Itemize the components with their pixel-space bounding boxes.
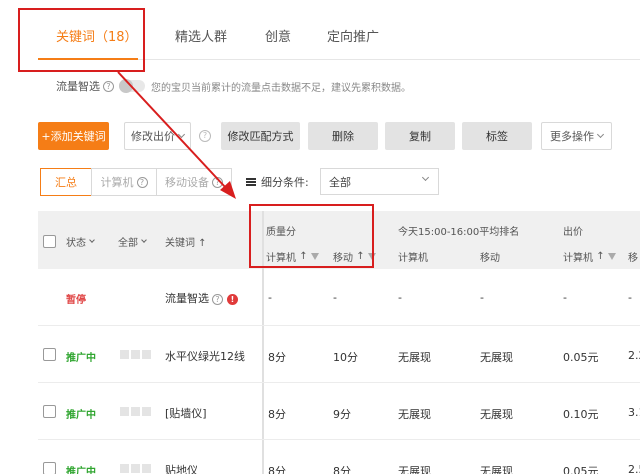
annotation-arrow (117, 71, 236, 199)
